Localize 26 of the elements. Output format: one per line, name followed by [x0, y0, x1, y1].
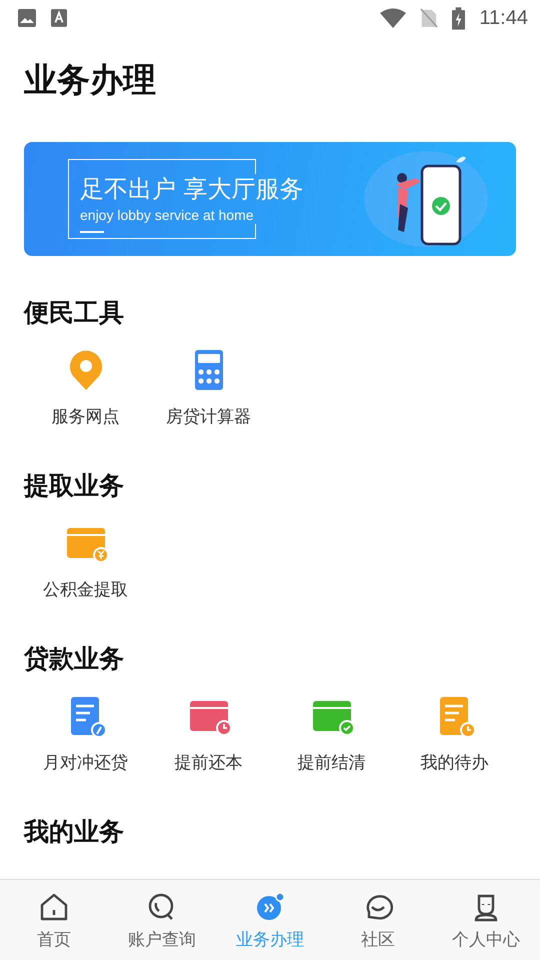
service-tile[interactable]: 提前还本: [147, 694, 270, 775]
section-heading: 便民工具: [24, 297, 125, 329]
image-icon: [17, 8, 37, 28]
wifi-icon: [380, 8, 406, 28]
section-heading: 提取业务: [24, 470, 125, 502]
page-title: 业务办理: [24, 59, 157, 101]
banner-subtitle: enjoy lobby service at home: [80, 207, 255, 223]
forward-icon: [255, 892, 285, 922]
text-icon: [51, 9, 67, 27]
tab-item[interactable]: 首页: [0, 880, 108, 960]
section-heading: 我的业务: [24, 816, 125, 848]
battery-icon: [452, 6, 466, 30]
tab-item[interactable]: 账户查询: [108, 880, 216, 960]
no-sim-icon: [420, 7, 438, 29]
section-heading: 贷款业务: [24, 643, 125, 675]
banner-headline: 足不出户 享大厅服务: [80, 174, 304, 205]
service-tile[interactable]: 公积金提取: [24, 521, 147, 602]
service-tile[interactable]: 服务网点: [24, 348, 147, 429]
service-tile[interactable]: 我的待办: [393, 694, 516, 775]
service-tile[interactable]: 提前结清: [270, 694, 393, 775]
home-icon: [39, 892, 69, 922]
service-tile[interactable]: 房贷计算器: [147, 348, 270, 429]
tab-item[interactable]: 社区: [324, 880, 432, 960]
status-time: 11:44: [479, 6, 528, 30]
tab-item[interactable]: 个人中心: [432, 880, 540, 960]
service-tile[interactable]: 月对冲还贷: [24, 694, 147, 775]
